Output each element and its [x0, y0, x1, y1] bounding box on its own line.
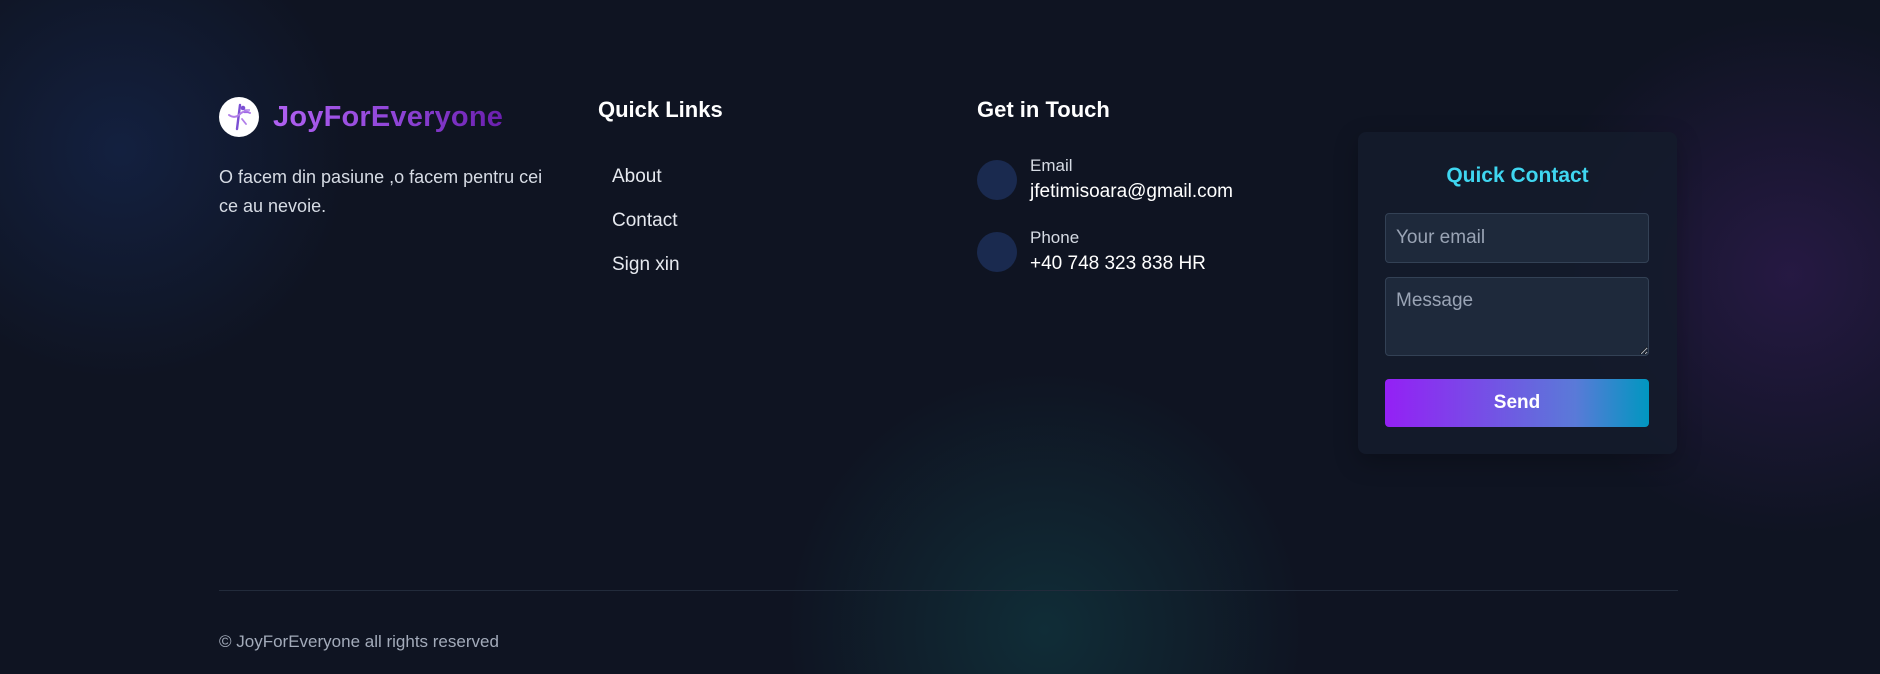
phone-icon	[977, 232, 1017, 272]
brand-row[interactable]: JoyForEveryone	[219, 95, 549, 139]
dancer-logo-icon[interactable]	[219, 97, 259, 137]
footer-divider	[219, 590, 1678, 591]
contact-email-item: Email jfetimisoara@gmail.com	[977, 156, 1233, 203]
brand-name[interactable]: JoyForEveryone	[273, 101, 503, 134]
quick-link-item: About	[612, 155, 680, 199]
get-in-touch-heading: Get in Touch	[977, 97, 1110, 122]
copyright-text: © JoyForEveryone all rights reserved	[219, 632, 499, 651]
quick-link-item: Sign xin	[612, 243, 680, 287]
quick-contact-email-input[interactable]	[1385, 213, 1649, 263]
link-sign-in[interactable]: Sign xin	[612, 254, 680, 276]
send-button[interactable]: Send	[1385, 379, 1649, 427]
quick-links-heading: Quick Links	[598, 97, 723, 122]
email-value[interactable]: jfetimisoara@gmail.com	[1030, 181, 1233, 203]
quick-contact-message-input[interactable]	[1385, 277, 1649, 356]
contact-phone-text: Phone +40 748 323 838 HR	[1030, 228, 1206, 275]
brand-description: O facem din pasiune ,o facem pentru cei …	[219, 167, 543, 216]
quick-contact-form: Quick Contact Send	[1358, 132, 1677, 454]
quick-contact-title: Quick Contact	[1446, 164, 1589, 187]
phone-label: Phone	[1030, 228, 1080, 247]
link-contact[interactable]: Contact	[612, 210, 677, 232]
email-label: Email	[1030, 156, 1073, 175]
email-icon	[977, 160, 1017, 200]
contact-email-text: Email jfetimisoara@gmail.com	[1030, 156, 1233, 203]
contact-phone-item: Phone +40 748 323 838 HR	[977, 228, 1206, 275]
quick-link-item: Contact	[612, 199, 680, 243]
link-about[interactable]: About	[612, 166, 662, 188]
site-footer: JoyForEveryone O facem din pasiune ,o fa…	[0, 0, 1880, 674]
phone-value[interactable]: +40 748 323 838 HR	[1030, 253, 1206, 275]
quick-links-list: About Contact Sign xin	[612, 155, 680, 287]
brand-section: JoyForEveryone O facem din pasiune ,o fa…	[219, 95, 549, 221]
